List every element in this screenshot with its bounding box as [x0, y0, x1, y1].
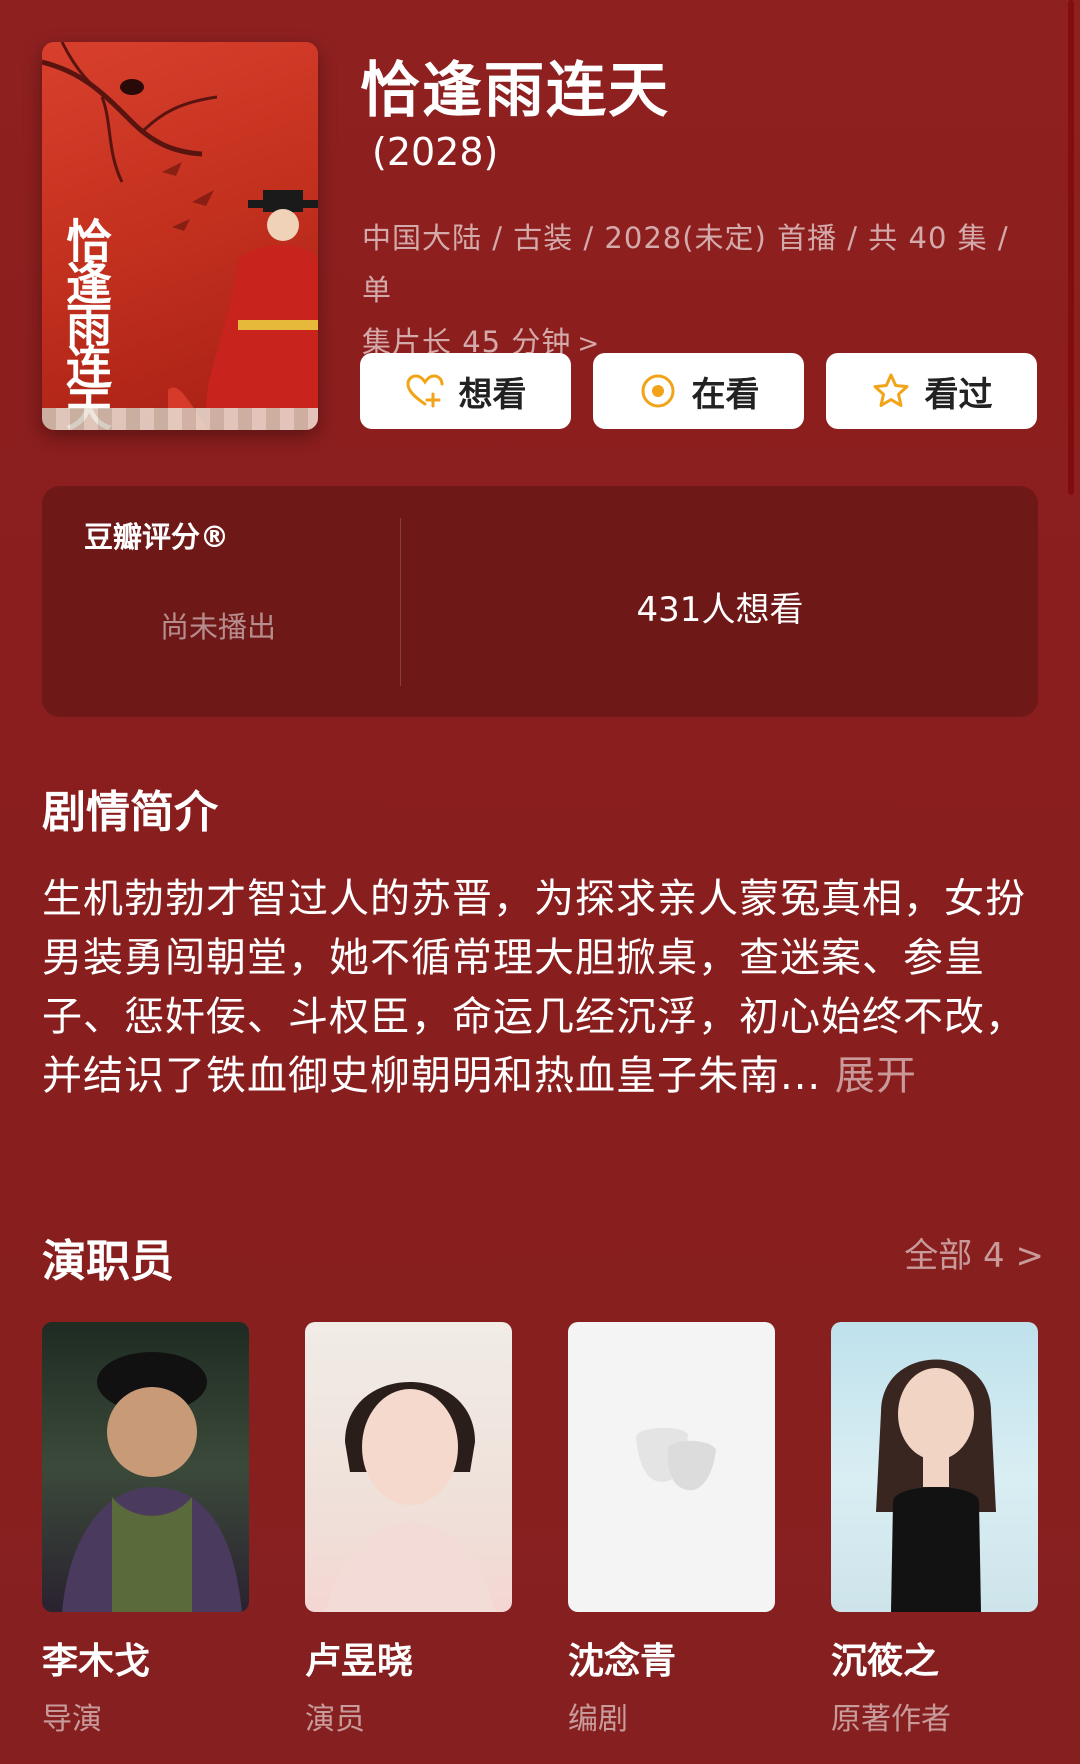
rating-card[interactable]: 豆瓣评分® 尚未播出 431人想看: [42, 486, 1038, 717]
circle-dot-icon: [641, 374, 674, 408]
poster-image[interactable]: 恰逢雨连天: [42, 42, 318, 430]
wish-count: 431人想看: [636, 590, 804, 630]
cast-name: 沈念青: [568, 1641, 677, 1682]
cast-card[interactable]: 卢昱晓 演员: [305, 1322, 512, 1738]
want-to-watch-label: 想看: [458, 374, 527, 415]
page-title: 恰逢雨连天: [360, 56, 670, 126]
synopsis-text-block[interactable]: 生机勃勃才智过人的苏晋，为探求亲人蒙冤真相，女扮男装勇闯朝堂，她不循常理大胆掀桌…: [42, 870, 1038, 1106]
cast-title: 演职员: [42, 1236, 174, 1287]
figure-illustration: [168, 190, 318, 430]
cast-all-link[interactable]: 全部 4 >: [904, 1228, 1044, 1277]
poster-wall: [42, 408, 318, 430]
person-photo-icon: [876, 1359, 996, 1612]
poster-title: 恰逢雨连天: [59, 217, 113, 427]
cast-photo: [42, 1322, 249, 1612]
person-photo-icon: [62, 1352, 242, 1612]
person-photo-icon: [325, 1382, 495, 1612]
star-icon: [873, 373, 908, 407]
action-buttons: 想看 在看 看过: [360, 353, 1037, 429]
rating-label: 豆瓣评分®: [84, 520, 230, 554]
cast-name: 卢昱晓: [305, 1641, 414, 1682]
watched-button[interactable]: 看过: [826, 353, 1037, 429]
rating-divider: [400, 518, 401, 686]
cast-photo: [568, 1322, 775, 1612]
cast-photo: [831, 1322, 1038, 1612]
synopsis-title: 剧情简介: [42, 787, 218, 838]
cast-photo: [305, 1322, 512, 1612]
release-year: (2028): [372, 130, 499, 174]
cast-list: 李木戈 导演 卢昱晓 演员 沈念青 编剧 沉筱之 原著作者: [42, 1322, 1038, 1738]
cast-role: 编剧: [568, 1702, 628, 1737]
want-to-watch-button[interactable]: 想看: [360, 353, 571, 429]
cast-name: 李木戈: [42, 1641, 151, 1682]
cast-role: 导演: [42, 1702, 102, 1737]
meta-info[interactable]: 中国大陆 / 古装 / 2028(未定) 首播 / 共 40 集 / 单 集片长…: [362, 212, 1032, 370]
cast-role: 原著作者: [831, 1702, 951, 1737]
cast-card[interactable]: 李木戈 导演: [42, 1322, 249, 1738]
heart-plus-icon: [405, 374, 443, 408]
rating-status: 尚未播出: [160, 610, 277, 644]
cast-card[interactable]: 沉筱之 原著作者: [831, 1322, 1038, 1738]
cast-role: 演员: [305, 1702, 365, 1737]
expand-link[interactable]: 展开: [835, 1053, 917, 1099]
watching-button[interactable]: 在看: [593, 353, 804, 429]
theater-mask-icon: [636, 1427, 716, 1491]
cast-name: 沉筱之: [831, 1641, 940, 1682]
cast-all-label: 全部 4: [904, 1236, 1005, 1276]
watched-label: 看过: [924, 374, 993, 415]
cast-card[interactable]: 沈念青 编剧: [568, 1322, 775, 1738]
scrollbar[interactable]: [1068, 0, 1074, 495]
meta-line-1: 中国大陆 / 古装 / 2028(未定) 首播 / 共 40 集 / 单: [362, 221, 1009, 307]
watching-label: 在看: [691, 374, 760, 415]
chevron-right-icon: >: [1015, 1236, 1045, 1276]
